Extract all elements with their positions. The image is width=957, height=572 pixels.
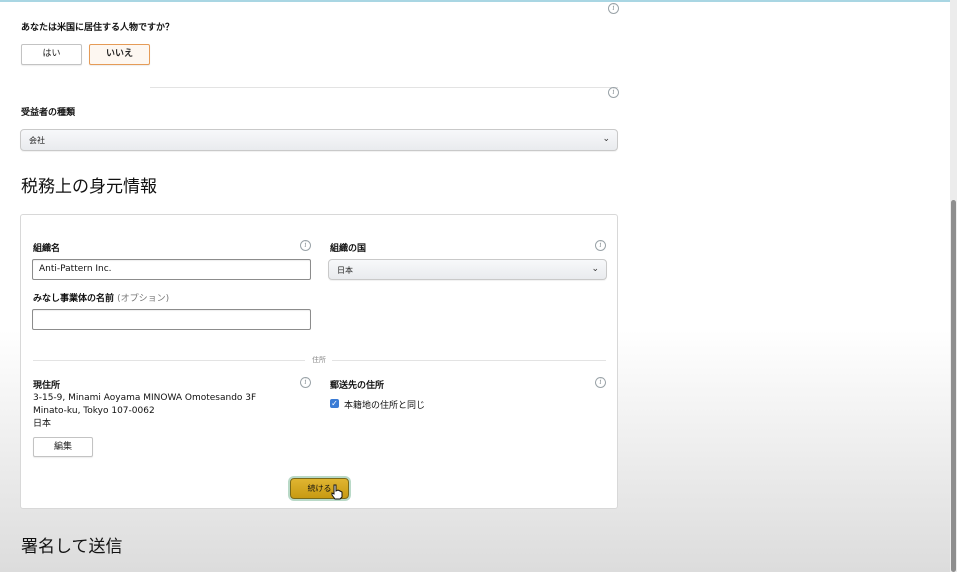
tax-identity-heading: 税務上の身元情報: [21, 177, 157, 197]
dba-label: みなし事業体の名前 (オプション): [33, 291, 169, 304]
info-icon[interactable]: i: [300, 377, 311, 388]
dba-input[interactable]: [32, 309, 311, 330]
org-country-value: 日本: [337, 266, 353, 275]
info-icon[interactable]: i: [608, 87, 619, 98]
edit-address-button[interactable]: 編集: [33, 437, 93, 457]
address-divider-right: [332, 360, 606, 361]
same-as-address-label: 本籍地の住所と同じ: [344, 401, 426, 411]
info-icon[interactable]: i: [595, 240, 606, 251]
same-as-address-checkbox[interactable]: ✓: [330, 399, 339, 408]
info-icon[interactable]: i: [300, 240, 311, 251]
chevron-down-icon: ⌄: [602, 134, 610, 144]
address-line-2: Minato-ku, Tokyo 107-0062: [33, 406, 155, 416]
chevron-down-icon: ⌄: [591, 264, 599, 274]
org-country-select[interactable]: 日本 ⌄: [328, 259, 607, 280]
section-divider: [150, 87, 618, 88]
beneficiary-type-select[interactable]: 会社 ⌄: [20, 129, 618, 151]
yes-button[interactable]: はい: [21, 44, 82, 65]
address-line-1: 3-15-9, Minami Aoyama MINOWA Omotesando …: [33, 393, 257, 403]
mailing-address-label: 郵送先の住所: [330, 381, 385, 391]
us-person-question-label: あなたは米国に居住する人物ですか？: [21, 23, 175, 33]
info-icon[interactable]: i: [608, 3, 619, 14]
top-accent-line: [0, 0, 957, 2]
sign-and-submit-heading: 署名して送信: [21, 537, 123, 557]
no-button[interactable]: いいえ: [89, 44, 150, 65]
scrollbar-thumb[interactable]: [951, 200, 956, 572]
address-divider-left: [33, 360, 305, 361]
info-icon[interactable]: i: [595, 377, 606, 388]
org-country-label: 組織の国: [330, 244, 367, 254]
current-address-block: 3-15-9, Minami Aoyama MINOWA Omotesando …: [33, 392, 256, 431]
beneficiary-type-label: 受益者の種類: [21, 108, 76, 118]
beneficiary-type-value: 会社: [29, 136, 45, 145]
address-divider-label: 住所: [312, 356, 326, 364]
address-line-3: 日本: [33, 419, 52, 429]
dba-optional-text: (オプション): [117, 294, 170, 304]
hand-pointer-icon: [331, 484, 343, 500]
org-name-label: 組織名: [33, 244, 61, 254]
org-name-input[interactable]: Anti-Pattern Inc.: [32, 259, 311, 280]
dba-label-text: みなし事業体の名前: [33, 294, 115, 304]
current-address-label: 現住所: [33, 381, 61, 391]
